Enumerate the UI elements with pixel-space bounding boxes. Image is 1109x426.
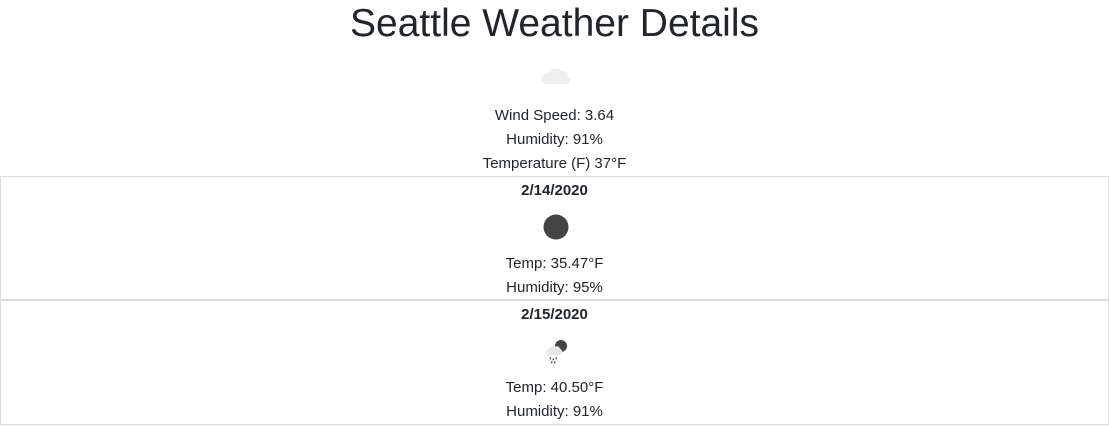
moon-icon	[543, 214, 569, 240]
current-weather: Wind Speed: 3.64 Humidity: 91% Temperatu…	[0, 104, 1109, 176]
current-humidity: Humidity: 91%	[506, 131, 603, 148]
page-title: Seattle Weather Details	[350, 2, 759, 45]
night-rain-icon	[545, 340, 567, 364]
forecast-date: 2/14/2020	[521, 182, 588, 199]
forecast-humidity: Humidity: 95%	[506, 279, 603, 296]
forecast-temp: Temp: 35.47°F	[505, 255, 604, 272]
forecast-humidity: Humidity: 91%	[506, 403, 603, 420]
forecast-date: 2/15/2020	[521, 306, 588, 323]
cloud-icon	[540, 68, 570, 84]
current-weather-icon-wrap	[0, 62, 1109, 88]
forecast-temp: Temp: 40.50°F	[505, 379, 604, 396]
wind-speed: Wind Speed: 3.64	[494, 107, 615, 124]
current-temperature: Temperature (F) 37°F	[482, 155, 627, 172]
forecast-card: 2/15/2020 Temp: 40.50°F Humidity: 91%	[0, 300, 1109, 425]
forecast-card: 2/14/2020 Temp: 35.47°F Humidity: 95%	[0, 176, 1109, 300]
